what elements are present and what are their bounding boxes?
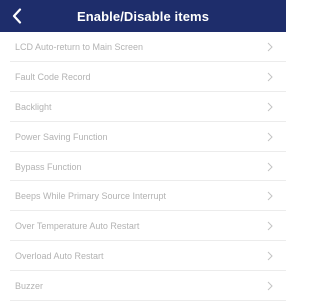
chevron-left-icon: [12, 8, 22, 24]
list-item-label: Bypass Function: [15, 161, 82, 172]
list-item-backlight[interactable]: Backlight: [0, 92, 286, 122]
navigation-bar: Enable/Disable items: [0, 0, 286, 32]
chevron-right-icon: [267, 281, 273, 291]
chevron-right-icon: [267, 162, 273, 172]
list-item-label: Overload Auto Restart: [15, 251, 104, 262]
list-item-overload-restart[interactable]: Overload Auto Restart: [0, 241, 286, 272]
chevron-right-icon: [267, 221, 273, 231]
chevron-right-icon: [267, 42, 273, 52]
list-item-buzzer[interactable]: Buzzer: [0, 271, 286, 301]
list-item-label: Beeps While Primary Source Interrupt: [15, 191, 167, 202]
list-item-beeps-primary-interrupt[interactable]: Beeps While Primary Source Interrupt: [0, 181, 286, 212]
list-item-over-temperature-restart[interactable]: Over Temperature Auto Restart: [0, 211, 286, 242]
list-item-fault-code-record[interactable]: Fault Code Record: [0, 62, 286, 92]
list-item-label: Fault Code Record: [15, 71, 91, 82]
chevron-right-icon: [267, 72, 273, 82]
back-button[interactable]: [6, 0, 28, 32]
list-item-bypass-function[interactable]: Bypass Function: [0, 152, 286, 182]
chevron-right-icon: [267, 191, 273, 201]
list-item-lcd-auto-return[interactable]: LCD Auto-return to Main Screen: [0, 32, 286, 62]
chevron-right-icon: [267, 132, 273, 142]
chevron-right-icon: [267, 251, 273, 261]
list-item-label: Power Saving Function: [15, 131, 108, 142]
chevron-right-icon: [267, 102, 273, 112]
list-item-power-saving[interactable]: Power Saving Function: [0, 122, 286, 152]
settings-list: LCD Auto-return to Main Screen Fault Cod…: [0, 32, 286, 301]
list-item-label: Buzzer: [15, 281, 44, 292]
page-title: Enable/Disable items: [76, 8, 210, 24]
list-item-label: Over Temperature Auto Restart: [15, 221, 140, 232]
list-item-label: Backlight: [15, 101, 52, 112]
enable-disable-screen: Enable/Disable items LCD Auto-return to …: [0, 0, 286, 301]
list-item-label: LCD Auto-return to Main Screen: [15, 41, 144, 52]
